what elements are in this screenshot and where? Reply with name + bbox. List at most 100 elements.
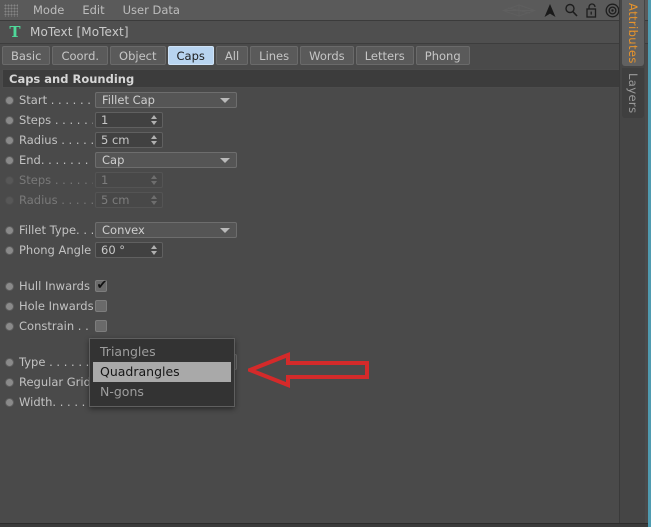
red-arrow-annotation bbox=[244, 352, 370, 392]
keyframe-dot-icon[interactable] bbox=[5, 155, 14, 165]
label-end: End. . . . . . . . bbox=[19, 153, 93, 167]
motext-T-icon: T bbox=[9, 22, 21, 41]
dropdown-start[interactable]: Fillet Cap bbox=[95, 92, 237, 108]
tab-caps[interactable]: Caps bbox=[167, 46, 214, 65]
stepper-radius-end: 5 cm bbox=[95, 192, 163, 208]
dropdown-option-triangles[interactable]: Triangles bbox=[90, 342, 234, 362]
row-radius-start: Radius . . . . . 5 cm bbox=[0, 130, 648, 150]
row-spacer bbox=[0, 210, 648, 220]
row-radius-end: Radius . . . . . 5 cm bbox=[0, 190, 648, 210]
dropdown-start-value: Fillet Cap bbox=[102, 93, 155, 107]
row-steps-start: Steps . . . . . . 1 bbox=[0, 110, 648, 130]
menu-item-edit[interactable]: Edit bbox=[73, 0, 113, 21]
unlock-icon[interactable] bbox=[585, 2, 598, 18]
label-steps-end: Steps . . . . . . bbox=[19, 173, 93, 187]
stepper-phong-angle[interactable]: 60 ° bbox=[95, 242, 163, 258]
right-tab-rail: Attributes Layers bbox=[619, 0, 645, 527]
dropdown-fillet-type[interactable]: Convex bbox=[95, 222, 237, 238]
keyframe-dot-icon bbox=[5, 195, 14, 205]
search-icon[interactable] bbox=[564, 3, 578, 17]
row-constrain: Constrain . . . bbox=[0, 316, 648, 336]
label-radius-end: Radius . . . . . bbox=[19, 193, 93, 207]
checkbox-hole-inwards[interactable] bbox=[95, 300, 107, 312]
spinner-arrows-icon[interactable] bbox=[148, 133, 160, 147]
spinner-arrows-icon bbox=[148, 193, 160, 207]
grip-dots-icon[interactable] bbox=[4, 3, 18, 17]
label-start: Start . . . . . . . bbox=[19, 93, 93, 107]
stepper-radius-start-value: 5 cm bbox=[101, 133, 130, 147]
tab-phong[interactable]: Phong bbox=[415, 46, 470, 65]
wireframe-icon[interactable] bbox=[502, 3, 536, 17]
stepper-steps-start-value: 1 bbox=[101, 113, 109, 127]
row-steps-end: Steps . . . . . . 1 bbox=[0, 170, 648, 190]
keyframe-dot-icon[interactable] bbox=[5, 397, 14, 407]
stepper-steps-end-value: 1 bbox=[101, 173, 109, 187]
chevron-down-icon bbox=[220, 97, 230, 103]
stepper-steps-start[interactable]: 1 bbox=[95, 112, 163, 128]
label-steps-start: Steps . . . . . . bbox=[19, 113, 93, 127]
tab-all[interactable]: All bbox=[215, 46, 249, 65]
tab-lines[interactable]: Lines bbox=[250, 46, 299, 65]
row-end: End. . . . . . . . Cap bbox=[0, 150, 648, 170]
chevron-down-icon bbox=[220, 227, 230, 233]
keyframe-dot-icon[interactable] bbox=[5, 225, 14, 235]
menu-item-user-data[interactable]: User Data bbox=[114, 0, 189, 21]
vertical-tab-attributes-label: Attributes bbox=[626, 2, 640, 64]
stepper-radius-start[interactable]: 5 cm bbox=[95, 132, 163, 148]
tab-coord[interactable]: Coord. bbox=[52, 46, 109, 65]
row-hole-inwards: Hole Inwards bbox=[0, 296, 648, 316]
label-regular-grid: Regular Grid bbox=[19, 375, 91, 389]
keyframe-dot-icon[interactable] bbox=[5, 357, 14, 367]
dropdown-end[interactable]: Cap bbox=[95, 152, 237, 168]
dropdown-option-n-gons[interactable]: N-gons bbox=[90, 382, 234, 402]
attributes-manager-window: Mode Edit User Data T MoText [MoText] Ba… bbox=[0, 0, 651, 527]
keyframe-dot-icon[interactable] bbox=[5, 245, 14, 255]
label-hole-inwards: Hole Inwards bbox=[19, 299, 93, 313]
keyframe-dot-icon[interactable] bbox=[5, 95, 14, 105]
keyframe-dot-icon[interactable] bbox=[5, 135, 14, 145]
label-fillet-type: Fillet Type. . . bbox=[19, 223, 93, 237]
label-phong-angle: Phong Angle bbox=[19, 243, 92, 257]
spinner-arrows-icon bbox=[148, 173, 160, 187]
stepper-steps-end: 1 bbox=[95, 172, 163, 188]
keyframe-dot-icon bbox=[5, 175, 14, 185]
menu-bar: Mode Edit User Data bbox=[0, 0, 648, 21]
dropdown-type-popup: Triangles Quadrangles N-gons bbox=[89, 338, 235, 407]
tab-letters[interactable]: Letters bbox=[355, 46, 414, 65]
vertical-tab-layers[interactable]: Layers bbox=[622, 68, 644, 118]
stepper-phong-angle-value: 60 ° bbox=[101, 243, 126, 257]
tab-object[interactable]: Object bbox=[110, 46, 166, 65]
keyframe-dot-icon[interactable] bbox=[5, 301, 14, 311]
vertical-tab-layers-label: Layers bbox=[626, 72, 640, 114]
dropdown-option-quadrangles[interactable]: Quadrangles bbox=[93, 362, 231, 382]
keyframe-dot-icon[interactable] bbox=[5, 115, 14, 125]
cursor-arrow-icon[interactable] bbox=[543, 3, 557, 18]
group-header-label: Caps and Rounding bbox=[9, 71, 135, 86]
spinner-arrows-icon[interactable] bbox=[148, 243, 160, 257]
group-header-caps-and-rounding[interactable]: Caps and Rounding bbox=[2, 69, 620, 88]
checkbox-hull-inwards[interactable] bbox=[95, 278, 108, 294]
row-phong-angle: Phong Angle 60 ° bbox=[0, 240, 648, 260]
menu-item-mode[interactable]: Mode bbox=[24, 0, 73, 21]
label-constrain: Constrain . . . bbox=[19, 319, 93, 333]
row-start: Start . . . . . . . Fillet Cap bbox=[0, 90, 648, 110]
keyframe-dot-icon[interactable] bbox=[5, 281, 14, 291]
label-hull-inwards: Hull Inwards bbox=[19, 279, 90, 293]
tab-basic[interactable]: Basic bbox=[2, 46, 51, 65]
checkbox-constrain[interactable] bbox=[95, 320, 107, 332]
keyframe-dot-icon[interactable] bbox=[5, 377, 14, 387]
row-spacer bbox=[0, 260, 648, 276]
stepper-radius-end-value: 5 cm bbox=[101, 193, 130, 207]
tab-bar: Basic Coord. Object Caps All Lines Words… bbox=[0, 45, 648, 66]
target-icon[interactable] bbox=[605, 3, 620, 18]
dropdown-fillet-type-value: Convex bbox=[102, 223, 145, 237]
tab-words[interactable]: Words bbox=[300, 46, 354, 65]
row-hull-inwards: Hull Inwards bbox=[0, 276, 648, 296]
row-fillet-type: Fillet Type. . . Convex bbox=[0, 220, 648, 240]
chevron-down-icon bbox=[220, 157, 230, 163]
spinner-arrows-icon[interactable] bbox=[148, 113, 160, 127]
label-radius-start: Radius . . . . . bbox=[19, 133, 93, 147]
vertical-tab-attributes[interactable]: Attributes bbox=[622, 0, 644, 66]
object-title-bar: T MoText [MoText] bbox=[0, 21, 648, 44]
keyframe-dot-icon[interactable] bbox=[5, 321, 14, 331]
